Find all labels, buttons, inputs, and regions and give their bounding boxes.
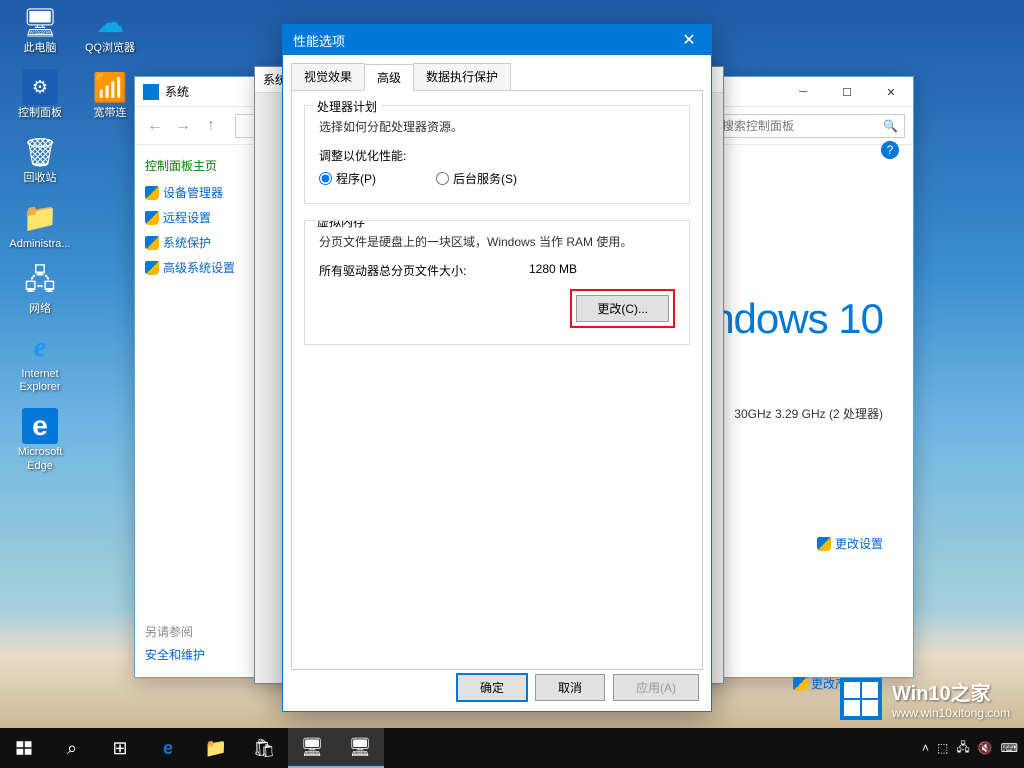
tab-advanced[interactable]: 高级 [364,64,414,91]
desktop-icon-qq-browser[interactable]: ☁QQ浏览器 [78,4,142,55]
taskbar-explorer[interactable]: 📁 [192,728,240,768]
maximize-button[interactable]: ☐ [825,77,869,107]
system-icon [143,84,159,100]
shield-icon [145,211,159,225]
tray-chevron-icon[interactable]: ˄ [922,741,929,755]
desktop-icon-administrator[interactable]: 📁Administra... [8,200,72,251]
search-icon: 🔍 [883,119,898,133]
radio-programs[interactable]: 程序(P) [319,170,376,187]
vmem-total-value: 1280 MB [529,262,577,279]
cancel-button[interactable]: 取消 [535,674,605,701]
optimize-label: 调整以优化性能: [319,147,675,164]
watermark-title: Win10之家 [892,677,1010,706]
win10-logo-icon [840,678,882,720]
perf-tab-content: 处理器计划 选择如何分配处理器资源。 调整以优化性能: 程序(P) 后台服务(S… [291,90,703,670]
tray-ime-icon[interactable]: ⌨ [1001,741,1018,755]
shield-icon [145,236,159,250]
qq-browser-icon: ☁ [92,4,128,40]
shield-icon [145,261,159,275]
see-also: 另请参阅 安全和维护 [145,623,205,663]
start-button[interactable] [0,728,48,768]
tray-devices-icon[interactable]: ⬚ [937,741,948,755]
taskbar-app2[interactable]: 🖥 [336,728,384,768]
taskbar-search[interactable]: ⌕ [48,728,96,768]
perf-dialog-buttons: 确定 取消 应用(A) [457,674,699,701]
pc-icon: 🖥 [22,4,58,40]
watermark-url: www.win10xitong.com [892,706,1010,720]
broadband-icon: 📶 [92,69,128,105]
desktop-icons-col1: 🖥此电脑 ⚙控制面板 🗑回收站 📁Administra... 🖧网络 eInte… [8,4,72,473]
change-settings-link[interactable]: 更改设置 [817,535,883,552]
system-tray[interactable]: ˄ ⬚ 🖧 🔇 ⌨ [922,738,1024,759]
control-panel-icon: ⚙ [22,69,58,105]
nav-back-button[interactable]: ← [143,114,167,138]
radio-programs-input[interactable] [319,172,332,185]
taskbar-task-view[interactable]: ⊞ [96,728,144,768]
desktop-icon-control-panel[interactable]: ⚙控制面板 [8,69,72,120]
processor-scheduling-group: 处理器计划 选择如何分配处理器资源。 调整以优化性能: 程序(P) 后台服务(S… [304,105,690,204]
performance-options-dialog[interactable]: 性能选项 ✕ 视觉效果 高级 数据执行保护 处理器计划 选择如何分配处理器资源。… [282,24,712,712]
windows10-logo: ndows 10 [711,295,883,343]
apply-button[interactable]: 应用(A) [613,674,699,701]
change-button-highlight: 更改(C)... [570,289,675,328]
vmem-title: 虚拟内存 [313,220,369,230]
desktop-icon-this-pc[interactable]: 🖥此电脑 [8,4,72,55]
desktop-icon-ie[interactable]: eInternet Explorer [8,330,72,394]
ok-button[interactable]: 确定 [457,674,527,701]
tray-volume-muted-icon[interactable]: 🔇 [978,741,993,755]
network-icon: 🖧 [22,265,58,301]
cpu-spec: 30GHz 3.29 GHz (2 处理器) [734,405,883,422]
taskbar-store[interactable]: 🛍 [240,728,288,768]
scheduling-title: 处理器计划 [313,98,381,115]
nav-forward-button[interactable]: → [171,114,195,138]
tab-dep[interactable]: 数据执行保护 [413,63,511,90]
windows-icon [15,739,33,757]
perf-title: 性能选项 [293,31,345,50]
addr-icon [240,119,254,133]
radio-background-services[interactable]: 后台服务(S) [436,170,517,187]
ie-icon: e [22,330,58,366]
search-input[interactable]: 搜索控制面板 🔍 [715,114,905,138]
desktop-icon-broadband[interactable]: 📶宽带连 [78,69,142,120]
shield-icon [145,186,159,200]
desktop-icons-col2: ☁QQ浏览器 📶宽带连 [78,4,142,120]
desktop-icon-edge[interactable]: eMicrosoft Edge [8,408,72,472]
recycle-bin-icon: 🗑 [22,134,58,170]
shield-icon [793,677,807,691]
edge-icon: e [22,408,58,444]
perf-close-button[interactable]: ✕ [667,25,711,55]
virtual-memory-group: 虚拟内存 分页文件是硬盘上的一块区域，Windows 当作 RAM 使用。 所有… [304,220,690,345]
desktop-icon-network[interactable]: 🖧网络 [8,265,72,316]
vmem-desc: 分页文件是硬盘上的一块区域，Windows 当作 RAM 使用。 [319,233,675,250]
system-window-title: 系统 [165,83,189,100]
scheduling-desc: 选择如何分配处理器资源。 [319,118,675,135]
system-window-controls: ─ ☐ ✕ [781,77,913,107]
close-button[interactable]: ✕ [869,77,913,107]
watermark: Win10之家 www.win10xitong.com [840,677,1010,720]
tab-visual-effects[interactable]: 视觉效果 [291,63,365,90]
taskbar-edge[interactable]: e [144,728,192,768]
radio-services-input[interactable] [436,172,449,185]
nav-up-button[interactable]: ↑ [199,114,223,138]
perf-titlebar[interactable]: 性能选项 [283,25,711,55]
folder-icon: 📁 [22,200,58,236]
tray-network-icon[interactable]: 🖧 [956,738,969,759]
taskbar-app1[interactable]: 🖥 [288,728,336,768]
taskbar[interactable]: ⌕ ⊞ e 📁 🛍 🖥 🖥 ˄ ⬚ 🖧 🔇 ⌨ [0,728,1024,768]
see-also-link[interactable]: 安全和维护 [145,646,205,663]
shield-icon [817,537,831,551]
change-vmem-button[interactable]: 更改(C)... [576,295,669,322]
minimize-button[interactable]: ─ [781,77,825,107]
vmem-total-label: 所有驱动器总分页文件大小: [319,262,529,279]
desktop-icon-recycle-bin[interactable]: 🗑回收站 [8,134,72,185]
perf-tabs: 视觉效果 高级 数据执行保护 [283,55,711,90]
